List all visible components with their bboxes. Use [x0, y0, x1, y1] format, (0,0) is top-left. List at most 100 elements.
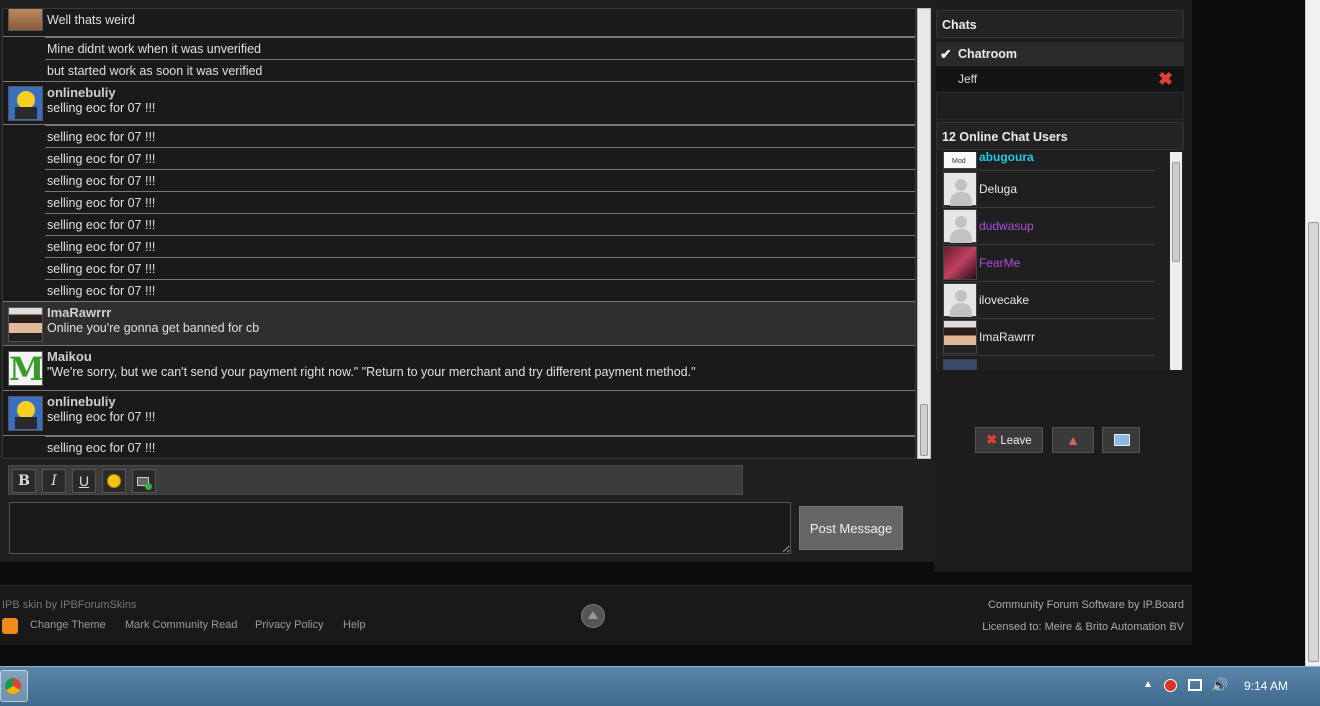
user-name[interactable]: abugoura: [979, 152, 1034, 164]
network-icon[interactable]: [1188, 679, 1202, 691]
message-text: selling eoc for 07 !!!: [47, 218, 156, 232]
user-avatar[interactable]: M: [8, 351, 44, 387]
private-chat-label: Jeff: [958, 72, 978, 86]
message-text: selling eoc for 07 !!!: [47, 284, 156, 298]
message-continuation: selling eoc for 07 !!!: [45, 235, 915, 257]
popout-button[interactable]: [1102, 427, 1140, 453]
volume-icon[interactable]: 🔊: [1211, 677, 1228, 694]
user-name[interactable]: dudwasup: [979, 219, 1034, 233]
action-center-icon[interactable]: [1164, 679, 1177, 692]
avatar-body-shape: [950, 303, 972, 317]
private-chat-tab[interactable]: Jeff ✖: [936, 67, 1184, 91]
user-list-item[interactable]: Mod abugoura: [941, 152, 1155, 171]
message-username[interactable]: Maikou: [47, 349, 92, 364]
italic-button[interactable]: I: [42, 469, 66, 493]
users-scroll-thumb[interactable]: [1172, 162, 1180, 262]
clear-chat-button[interactable]: ▲: [1052, 427, 1094, 453]
message-continuation: selling eoc for 07 !!!: [45, 191, 915, 213]
skin-credit[interactable]: IPB skin by IPBForumSkins: [2, 599, 137, 611]
user-name[interactable]: ilovecake: [979, 293, 1029, 307]
leave-button-label: Leave: [1000, 435, 1032, 447]
license-text: Licensed to: Meire & Brito Automation BV: [982, 621, 1184, 633]
message-username[interactable]: onlinebuliy: [47, 394, 116, 409]
user-list-item[interactable]: Deluga: [941, 171, 1155, 208]
user-avatar[interactable]: [943, 320, 977, 354]
chat-sidebar: Chats ✔ Chatroom Jeff ✖ 12 Online Chat U…: [934, 0, 1192, 572]
message-block: onlinebuliy selling eoc for 07 !!!: [3, 81, 915, 125]
chat-log: Well thats weird Mine didnt work when it…: [2, 8, 916, 459]
page-scrollbar[interactable]: [1305, 0, 1320, 666]
arrow-up-shape: [588, 611, 598, 619]
insert-image-button[interactable]: [132, 469, 156, 493]
message-text: Mine didnt work when it was unverified: [47, 42, 261, 56]
message-text: selling eoc for 07 !!!: [47, 152, 156, 166]
user-avatar[interactable]: [8, 396, 43, 431]
user-avatar[interactable]: [943, 359, 977, 370]
taskbar-clock[interactable]: 9:14 AM: [1236, 679, 1296, 693]
user-avatar[interactable]: Mod: [943, 152, 977, 169]
browser-taskbar-button[interactable]: [0, 670, 28, 702]
message-continuation: selling eoc for 07 !!!: [45, 147, 915, 169]
post-message-button[interactable]: Post Message: [799, 506, 903, 550]
users-scrollbar[interactable]: [1170, 152, 1182, 370]
user-avatar[interactable]: [943, 246, 977, 280]
message-block: ImaRawrrr Online you're gonna get banned…: [3, 301, 915, 346]
user-list-item[interactable]: FearMe: [941, 245, 1155, 282]
user-list-item[interactable]: ilovecake: [941, 282, 1155, 319]
emoticon-button[interactable]: [102, 469, 126, 493]
message-block: M Maikou "We're sorry, but we can't send…: [3, 346, 915, 391]
user-name[interactable]: FearMe: [979, 256, 1020, 270]
chat-scrollbar[interactable]: [917, 8, 931, 459]
message-text: selling eoc for 07 !!!: [47, 196, 156, 210]
chatroom-tab[interactable]: ✔ Chatroom: [936, 42, 1184, 66]
message-text: selling eoc for 07 !!!: [47, 410, 156, 424]
message-username[interactable]: ImaRawrrr: [47, 305, 111, 320]
message-continuation: selling eoc for 07 !!!: [45, 257, 915, 279]
underline-button[interactable]: U: [72, 469, 96, 493]
ipboard-credit[interactable]: Community Forum Software by IP.Board: [988, 599, 1184, 611]
avatar-body-shape: [950, 192, 972, 206]
avatar-body-shape: [15, 107, 37, 119]
footer-link-help[interactable]: Help: [343, 619, 366, 631]
user-avatar[interactable]: [8, 86, 43, 121]
default-avatar-icon[interactable]: [943, 283, 977, 317]
chat-scroll-thumb[interactable]: [920, 404, 928, 456]
message-text: but started work as soon it was verified: [47, 64, 263, 78]
message-text: "We're sorry, but we can't send your pay…: [47, 365, 696, 379]
leave-button[interactable]: ✖ Leave: [975, 427, 1043, 453]
rss-icon[interactable]: [2, 618, 18, 634]
user-name[interactable]: ImaRawrrr: [979, 330, 1035, 344]
footer-link-mark-read[interactable]: Mark Community Read: [125, 619, 237, 631]
user-list-item[interactable]: [941, 358, 1155, 370]
message-continuation: but started work as soon it was verified: [45, 59, 915, 81]
app-window: Well thats weird Mine didnt work when it…: [0, 0, 1320, 706]
message-input[interactable]: [9, 502, 791, 554]
bold-button[interactable]: B: [12, 469, 36, 493]
back-to-top-icon[interactable]: [581, 604, 605, 628]
show-hidden-icons-icon[interactable]: ▲: [1143, 679, 1153, 690]
chats-empty-area: [936, 92, 1184, 120]
smiley-icon: [107, 474, 121, 488]
close-icon[interactable]: ✖: [1158, 67, 1173, 91]
user-avatar[interactable]: [8, 307, 43, 342]
page-scroll-thumb[interactable]: [1308, 222, 1319, 662]
default-avatar-icon[interactable]: [943, 172, 977, 206]
user-list-item[interactable]: dudwasup: [941, 208, 1155, 245]
message-continuation: selling eoc for 07 !!!: [45, 279, 915, 301]
message-text: selling eoc for 07 !!!: [47, 262, 156, 276]
user-name[interactable]: Deluga: [979, 182, 1017, 196]
footer-link-privacy[interactable]: Privacy Policy: [255, 619, 323, 631]
message-username[interactable]: onlinebuliy: [47, 85, 116, 100]
default-avatar-icon[interactable]: [943, 209, 977, 243]
user-list-item[interactable]: ImaRawrrr: [941, 319, 1155, 356]
footer-link-change-theme[interactable]: Change Theme: [30, 619, 106, 631]
windows-taskbar: ▲ 🔊 9:14 AM: [0, 666, 1320, 706]
message-text: Online you're gonna get banned for cb: [47, 321, 260, 335]
add-icon: [145, 483, 152, 490]
window-icon: [1114, 434, 1130, 446]
browser-icon: [5, 678, 21, 694]
message-block: Well thats weird: [3, 9, 915, 37]
avatar-head-shape: [955, 179, 967, 191]
user-avatar[interactable]: [8, 9, 43, 31]
message-text: selling eoc for 07 !!!: [47, 174, 156, 188]
